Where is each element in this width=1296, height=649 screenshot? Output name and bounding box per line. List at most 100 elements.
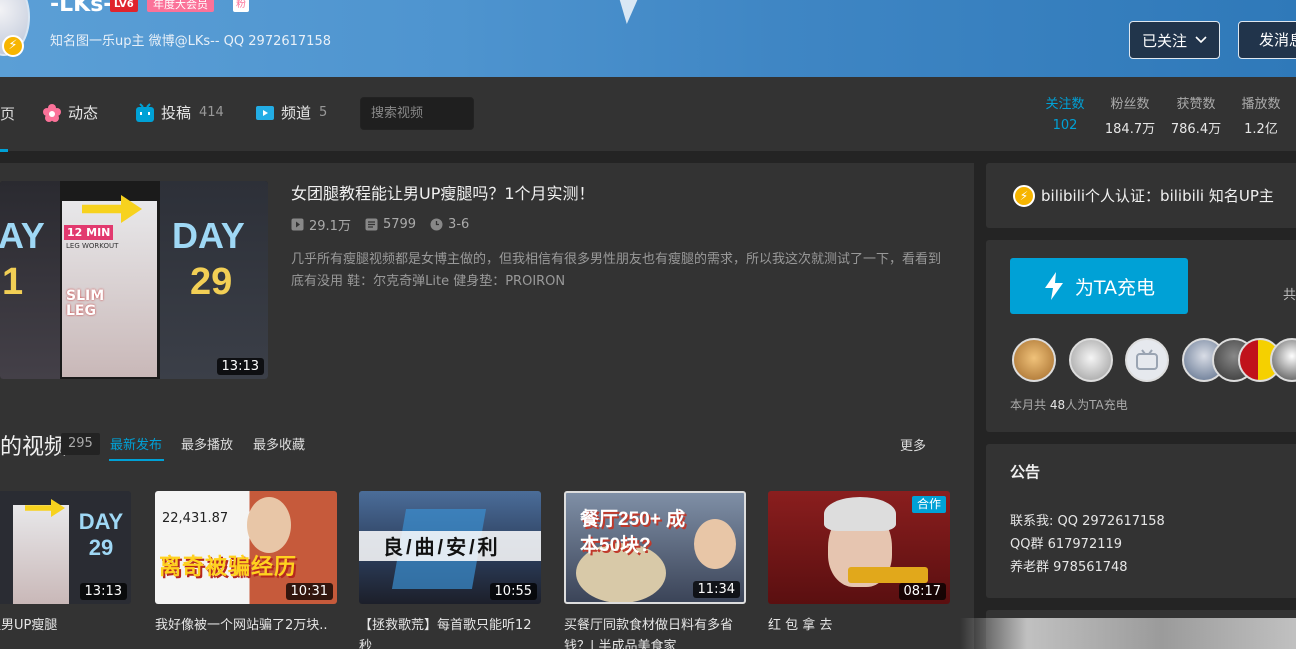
tab-channels-label: 频道 <box>281 104 312 122</box>
stat-followers[interactable]: 粉丝数 184.7万 <box>1100 93 1160 137</box>
tab-home[interactable]: 页 <box>0 103 15 124</box>
more-link[interactable]: 更多 <box>900 435 926 454</box>
tab-uploads-count: 414 <box>199 105 224 120</box>
featured-video-thumbnail[interactable]: AY 1 12 MIN LEG WORKOUT SLIM LEG DAY 29 1… <box>0 181 268 379</box>
video-card[interactable]: 22,431.87 离奇被骗经历 10:31 我好像被一个网站骗了2万块.. <box>155 491 337 636</box>
charge-note-prefix: 本月共 <box>1010 398 1050 412</box>
stat-followers-value: 184.7万 <box>1104 122 1156 137</box>
dynamic-flower-icon <box>43 103 61 122</box>
stat-plays: 播放数 1.2亿 <box>1236 93 1286 137</box>
user-signature: 知名图一乐up主 微博@LKs-- QQ 2972617158 <box>50 34 331 49</box>
featured-video-description: 几乎所有瘦腿视频都是女博主做的，但我相信有很多男性朋友也有瘦腿的需求，所以我这次… <box>291 252 942 289</box>
certification-panel: ⚡ bilibili个人认证：bilibili 知名UP主 <box>986 163 1296 228</box>
thumb-min-label: 12 MIN <box>64 225 114 240</box>
tab-channels-count: 5 <box>319 105 328 120</box>
video-duration: 13:13 <box>79 583 127 600</box>
featured-video-title[interactable]: 女团腿教程能让男UP瘦腿吗？1个月实测！ <box>291 180 595 204</box>
tv-icon <box>136 102 154 122</box>
publish-date-value: 3-6 <box>448 217 470 232</box>
tab-latest[interactable]: 最新发布 <box>110 434 162 453</box>
videos-count-badge: 295 <box>61 433 100 455</box>
active-tab-indicator <box>0 149 8 152</box>
tab-channels[interactable]: 频道 5 <box>255 102 327 123</box>
video-card[interactable]: 良/曲/安/利 10:55 【拯救歌荒】每首歌只能听12 秒 <box>359 491 541 649</box>
video-title[interactable]: 我好像被一个网站骗了2万块.. <box>155 615 337 636</box>
thumb-caption: 良/曲/安/利 <box>383 537 501 559</box>
profile-nav: 页 动态 投稿 414 频道 5 搜索视频 关注数 102 粉丝数 184.7万… <box>0 77 1296 152</box>
video-thumbnail[interactable]: 22,431.87 离奇被骗经历 10:31 <box>155 491 337 604</box>
certification-text: bilibili个人认证：bilibili 知名UP主 <box>1041 187 1274 205</box>
thumb-workout-label: LEG WORKOUT <box>66 242 119 250</box>
videos-section-title: 的视频 <box>0 435 67 460</box>
video-title[interactable]: 红 包 拿 去 <box>768 615 950 636</box>
hair-figure <box>824 497 896 531</box>
publish-date: 3-6 <box>430 215 469 234</box>
main-panel: AY 1 12 MIN LEG WORKOUT SLIM LEG DAY 29 1… <box>0 163 974 649</box>
follow-label: 已关注 <box>1141 31 1187 50</box>
charge-share-text: 共 <box>1283 288 1296 303</box>
thumb-caption: 离奇被骗经历 <box>159 554 298 579</box>
video-card[interactable]: 合作 08:17 红 包 拿 去 <box>768 491 950 636</box>
username: -LKs- <box>50 0 113 17</box>
video-thumbnail[interactable]: 良/曲/安/利 10:55 <box>359 491 541 604</box>
prop-figure <box>848 567 928 583</box>
danmaku-count: 5799 <box>365 215 416 234</box>
featured-video-meta: 29.1万 5799 3-6 <box>291 215 469 234</box>
collab-badge: 合作 <box>911 496 946 513</box>
video-thumbnail[interactable]: 合作 08:17 <box>768 491 950 604</box>
search-video-input[interactable]: 搜索视频 <box>360 97 474 130</box>
thumb-num-left: 1 <box>2 261 24 303</box>
stat-followers-label: 粉丝数 <box>1110 97 1150 112</box>
danmaku-count-value: 5799 <box>382 217 417 232</box>
tab-most-favorited[interactable]: 最多收藏 <box>253 434 305 453</box>
vip-badge[interactable]: 年度大会员 <box>147 0 214 12</box>
video-title[interactable]: 买餐厅同款食材做日料有多省 钱？| 半成品美食家 <box>564 615 746 649</box>
thumb-caption: 餐厅250+ 成本50块? <box>580 509 686 556</box>
tab-dynamic[interactable]: 动态 <box>42 102 98 123</box>
follow-button[interactable]: 已关注 <box>1129 21 1220 59</box>
video-card[interactable]: 餐厅250+ 成本50块? 11:34 买餐厅同款食材做日料有多省 钱？| 半成… <box>564 491 746 649</box>
profile-banner: ⚡ -LKs- LV6 年度大会员 粉 知名图一乐up主 微博@LKs-- QQ… <box>0 0 1296 77</box>
chevron-down-icon <box>1195 36 1207 44</box>
play-count-value: 29.1万 <box>309 219 351 234</box>
stat-likes-label: 获赞数 <box>1176 97 1216 112</box>
thumb-bg <box>13 505 69 604</box>
bolt-icon: ⚡ <box>1013 184 1035 207</box>
video-thumbnail[interactable]: 餐厅250+ 成本50块? 11:34 <box>564 491 746 604</box>
thumb-number: 22,431.87 <box>162 511 229 526</box>
video-title[interactable]: 【拯救歌荒】每首歌只能听12 秒 <box>359 615 541 649</box>
video-thumbnail[interactable]: DAY 29 13:13 <box>0 491 131 604</box>
play-count: 29.1万 <box>291 215 351 234</box>
charger-avatar[interactable] <box>1069 338 1113 382</box>
stat-plays-value: 1.2亿 <box>1244 122 1278 137</box>
video-title[interactable]: 教程能让男UP瘦腿 月实测！ <box>0 615 131 649</box>
video-duration: 08:17 <box>898 583 946 600</box>
notice-panel: 公告 联系我: QQ 2972617158 QQ群 617972119 养老群 … <box>986 444 1296 598</box>
tab-most-played[interactable]: 最多播放 <box>181 434 233 453</box>
thumb-caption: DAY 29 <box>78 509 124 560</box>
video-duration: 10:31 <box>285 583 333 600</box>
lightning-icon <box>1044 272 1063 300</box>
message-button[interactable]: 发消息 <box>1238 21 1296 59</box>
screenshot-fade-overlay <box>960 618 1296 649</box>
notice-title: 公告 <box>1010 463 1041 481</box>
thumb-slim-label: SLIM LEG <box>66 289 104 319</box>
thumb-leg: LEG <box>66 303 96 319</box>
charge-button[interactable]: 为TA充电 <box>1010 258 1188 314</box>
stat-following[interactable]: 关注数 102 <box>1040 93 1090 133</box>
video-card[interactable]: DAY 29 13:13 教程能让男UP瘦腿 月实测！ <box>0 491 131 649</box>
fan-medal: 粉 <box>233 0 249 12</box>
play-icon <box>291 218 304 231</box>
charge-panel: 为TA充电 共 本月共 48人为TA充电 <box>986 240 1296 432</box>
level-badge: LV6 <box>110 0 138 12</box>
charger-avatar[interactable] <box>1125 338 1169 382</box>
charger-avatar[interactable] <box>1012 338 1056 382</box>
person-figure <box>694 519 736 569</box>
charge-note-suffix: 人为TA充电 <box>1065 398 1128 412</box>
stat-following-label: 关注数 <box>1045 97 1085 112</box>
stat-likes-value: 786.4万 <box>1170 122 1222 137</box>
thumb-day-left: AY <box>0 215 45 256</box>
notice-body: 联系我: QQ 2972617158 QQ群 617972119 养老群 978… <box>1010 514 1165 575</box>
tab-uploads[interactable]: 投稿 414 <box>135 102 224 123</box>
person-figure <box>247 497 291 553</box>
